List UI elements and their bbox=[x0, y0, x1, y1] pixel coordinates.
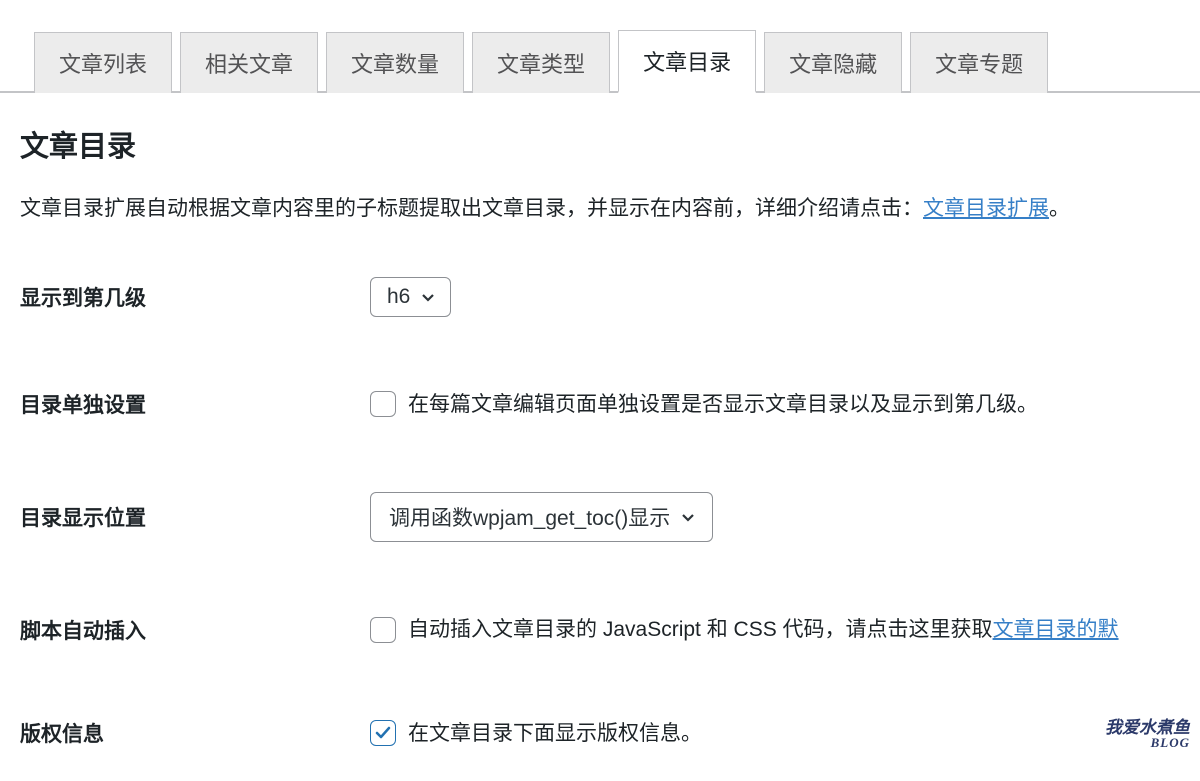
tab-article-toc[interactable]: 文章目录 bbox=[618, 30, 756, 93]
select-position[interactable]: 调用函数wpjam_get_toc()显示 bbox=[370, 492, 713, 542]
description-text: 文章目录扩展自动根据文章内容里的子标题提取出文章目录，并显示在内容前，详细介绍请… bbox=[20, 197, 923, 220]
checkbox-individual-label: 在每篇文章编辑页面单独设置是否显示文章目录以及显示到第几级。 bbox=[408, 389, 1038, 421]
label-copyright: 版权信息 bbox=[20, 718, 370, 748]
section-title: 文章目录 bbox=[20, 123, 1180, 165]
tab-article-count[interactable]: 文章数量 bbox=[326, 32, 464, 93]
toc-extension-link[interactable]: 文章目录扩展 bbox=[923, 197, 1049, 220]
tab-article-hide[interactable]: 文章隐藏 bbox=[764, 32, 902, 93]
tab-article-list[interactable]: 文章列表 bbox=[34, 32, 172, 93]
select-level-value: h6 bbox=[387, 285, 410, 309]
section-description: 文章目录扩展自动根据文章内容里的子标题提取出文章目录，并显示在内容前，详细介绍请… bbox=[20, 191, 1180, 227]
row-position: 目录显示位置 调用函数wpjam_get_toc()显示 bbox=[20, 492, 1180, 542]
tab-article-type[interactable]: 文章类型 bbox=[472, 32, 610, 93]
content-area: 文章目录 文章目录扩展自动根据文章内容里的子标题提取出文章目录，并显示在内容前，… bbox=[0, 93, 1200, 769]
row-script: 脚本自动插入 自动插入文章目录的 JavaScript 和 CSS 代码，请点击… bbox=[20, 614, 1180, 646]
label-script: 脚本自动插入 bbox=[20, 615, 370, 645]
chevron-down-icon bbox=[420, 289, 436, 305]
checkbox-script-label: 自动插入文章目录的 JavaScript 和 CSS 代码，请点击这里获取文章目… bbox=[408, 614, 1119, 646]
row-level: 显示到第几级 h6 bbox=[20, 277, 1180, 317]
label-position: 目录显示位置 bbox=[20, 502, 370, 532]
checkbox-individual[interactable] bbox=[370, 391, 396, 417]
tabs-nav: 文章列表 相关文章 文章数量 文章类型 文章目录 文章隐藏 文章专题 bbox=[0, 0, 1200, 93]
row-copyright: 版权信息 在文章目录下面显示版权信息。 bbox=[20, 718, 1180, 750]
select-position-value: 调用函数wpjam_get_toc()显示 bbox=[389, 502, 670, 532]
label-individual: 目录单独设置 bbox=[20, 389, 370, 419]
label-level: 显示到第几级 bbox=[20, 282, 370, 312]
row-individual: 目录单独设置 在每篇文章编辑页面单独设置是否显示文章目录以及显示到第几级。 bbox=[20, 389, 1180, 421]
tab-related-articles[interactable]: 相关文章 bbox=[180, 32, 318, 93]
toc-default-link[interactable]: 文章目录的默 bbox=[993, 618, 1119, 641]
select-level[interactable]: h6 bbox=[370, 277, 451, 317]
checkbox-copyright[interactable] bbox=[370, 720, 396, 746]
checkbox-copyright-label: 在文章目录下面显示版权信息。 bbox=[408, 718, 702, 750]
script-text-pre: 自动插入文章目录的 JavaScript 和 CSS 代码，请点击这里获取 bbox=[408, 618, 993, 641]
chevron-down-icon bbox=[680, 509, 696, 525]
checkbox-script[interactable] bbox=[370, 617, 396, 643]
description-suffix: 。 bbox=[1049, 197, 1070, 220]
tab-article-topic[interactable]: 文章专题 bbox=[910, 32, 1048, 93]
